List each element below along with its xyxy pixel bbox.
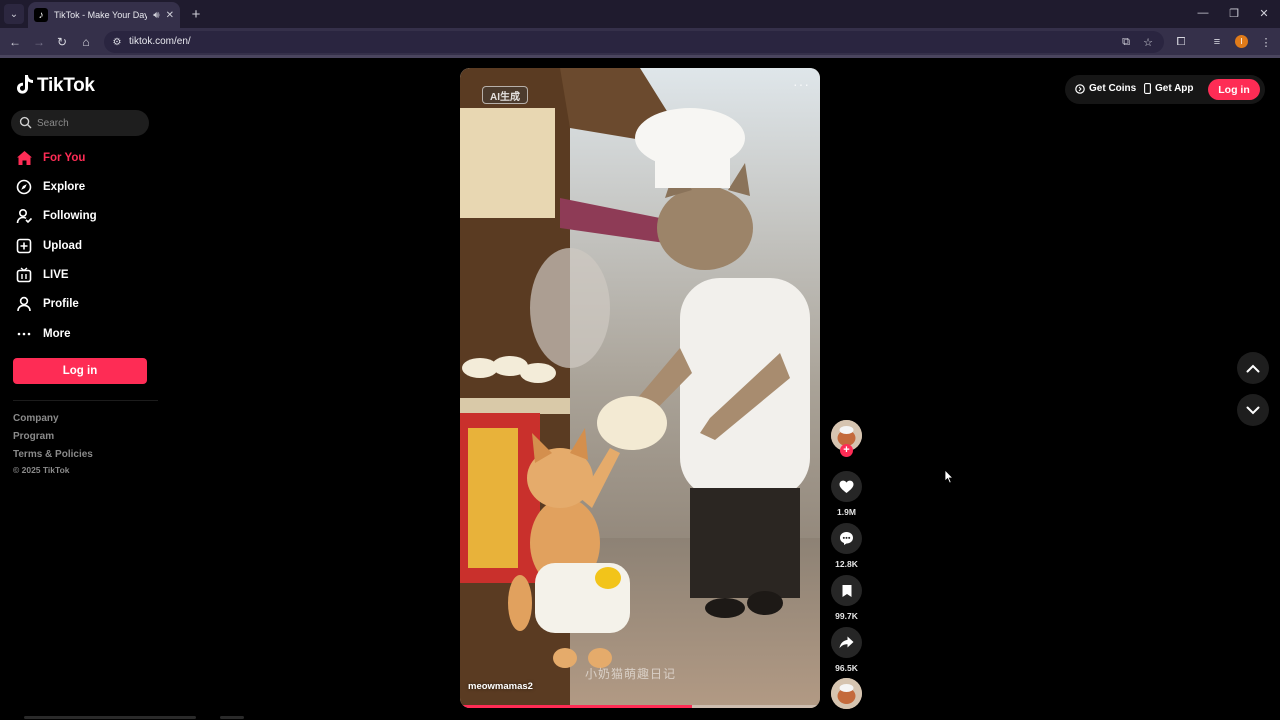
next-video-button[interactable] [1237,394,1269,426]
sidebar-item-label: More [43,328,71,340]
video-more-icon[interactable]: ··· [793,76,810,92]
chevron-up-icon [1246,364,1260,372]
coin-icon [1075,83,1085,94]
video-player[interactable]: AI生成 ··· 小奶猫萌趣日记 meowmamas2 [460,68,820,708]
previous-video-button[interactable] [1237,352,1269,384]
video-author[interactable]: meowmamas2 [468,681,533,692]
new-tab-icon[interactable]: + [186,4,206,24]
mouse-cursor-icon [944,469,954,484]
compass-icon [15,178,33,196]
tab-list-icon[interactable]: ⌄ [4,4,24,24]
browser-tab[interactable]: ♪ TikTok - Make Your Day 🔊︎ ✕ [28,2,180,28]
audio-icon[interactable]: 🔊︎ [153,10,159,21]
copyright-text: © 2025 TikTok [13,465,70,475]
browser-tab-strip: ⌄ ♪ TikTok - Make Your Day 🔊︎ ✕ + — ❐ ✕ [0,0,1280,28]
sidebar-item-label: Explore [43,181,86,193]
video-frame-image [460,68,820,708]
search-input[interactable] [37,115,142,131]
video-progress-bar[interactable] [460,705,820,708]
sidebar-item-label: Following [43,210,97,222]
like-button[interactable] [831,471,862,502]
sidebar-item-for-you[interactable]: For You [15,146,155,170]
footer-link-company[interactable]: Company [13,413,59,424]
header-login-button[interactable]: Log in [1208,79,1260,100]
sidebar-login-button[interactable]: Log in [13,358,147,384]
sidebar-item-label: LIVE [43,269,69,281]
chevron-down-icon [1246,406,1260,414]
browser-profile-avatar[interactable]: I [1235,35,1248,48]
forward-icon[interactable]: → [30,33,48,51]
restore-icon[interactable]: ❐ [1223,4,1245,22]
save-count: 99.7K [835,611,858,621]
get-coins-button[interactable]: Get Coins [1075,83,1136,94]
browser-toolbar: ← → ↻ ⌂ ⚙︎ tiktok.com/en/ ⧉ ☆ ⧠ ≡ ⋮ [0,28,1280,56]
url-text[interactable]: tiktok.com/en/ [129,36,191,47]
share-count: 96.5K [835,663,858,673]
horizontal-scrollbar[interactable] [24,716,196,719]
following-icon [15,207,33,225]
bookmark-star-icon[interactable]: ☆ [1141,35,1155,49]
search-box[interactable] [11,110,149,136]
minimize-icon[interactable]: — [1192,4,1214,22]
home-icon[interactable]: ⌂ [77,33,95,51]
search-icon [19,116,32,129]
phone-icon [1144,83,1151,94]
tab-title: TikTok - Make Your Day [54,10,148,20]
more-icon [15,325,33,343]
close-icon[interactable]: ✕ [166,10,174,21]
comment-icon [840,532,853,545]
get-app-label: Get App [1155,83,1194,94]
comment-count: 12.8K [835,559,858,569]
save-button[interactable] [831,575,862,606]
sidebar-item-explore[interactable]: Explore [15,175,155,199]
like-count: 1.9M [837,507,856,517]
reload-icon[interactable]: ↻ [53,33,71,51]
home-icon [15,149,33,167]
sidebar-item-live[interactable]: LIVE [15,263,155,287]
sidebar-item-label: Upload [43,240,82,252]
address-bar[interactable]: ⚙︎ tiktok.com/en/ ⧉ ☆ [104,31,1164,53]
back-icon[interactable]: ← [6,33,24,51]
media-icon[interactable]: ≡ [1209,34,1225,50]
sidebar-item-upload[interactable]: Upload [15,234,155,258]
get-coins-label: Get Coins [1089,83,1137,94]
tiktok-logo-icon [16,74,34,98]
ai-generated-badge: AI生成 [482,86,528,104]
sidebar-item-label: Profile [43,298,79,310]
share-icon [839,636,854,649]
sidebar-item-following[interactable]: Following [15,204,155,228]
video-watermark: 小奶猫萌趣日记 [585,667,677,681]
toolbar-divider [0,55,1280,58]
profile-icon [15,295,33,313]
sidebar-item-label: For You [43,152,86,164]
browser-menu-icon[interactable]: ⋮ [1258,34,1274,50]
footer-link-program[interactable]: Program [13,431,54,442]
comment-button[interactable] [831,523,862,554]
upload-icon [15,237,33,255]
horizontal-scrollbar-thumb[interactable] [220,716,244,719]
sidebar-item-profile[interactable]: Profile [15,292,155,316]
get-app-button[interactable]: Get App [1144,83,1194,94]
sidebar-divider [13,400,158,401]
live-icon [15,266,33,284]
share-button[interactable] [831,627,862,658]
heart-icon [839,480,854,493]
tiktok-logo[interactable]: TikTok [16,74,95,98]
install-app-icon[interactable]: ⧉ [1119,35,1133,49]
sidebar-item-more[interactable]: More [15,322,155,346]
video-progress-fill [460,705,693,708]
sound-disc-avatar[interactable] [831,678,862,709]
site-info-icon[interactable]: ⚙︎ [110,35,124,49]
bookmark-icon [842,584,851,597]
logo-text: TikTok [37,75,95,96]
extensions-icon[interactable]: ⧠ [1173,34,1189,50]
follow-button[interactable]: + [840,444,853,457]
footer-link-terms[interactable]: Terms & Policies [13,449,93,460]
window-close-icon[interactable]: ✕ [1253,4,1275,22]
tiktok-favicon-icon: ♪ [34,8,48,22]
header-actions: Get Coins Get App Log in [1065,75,1265,104]
